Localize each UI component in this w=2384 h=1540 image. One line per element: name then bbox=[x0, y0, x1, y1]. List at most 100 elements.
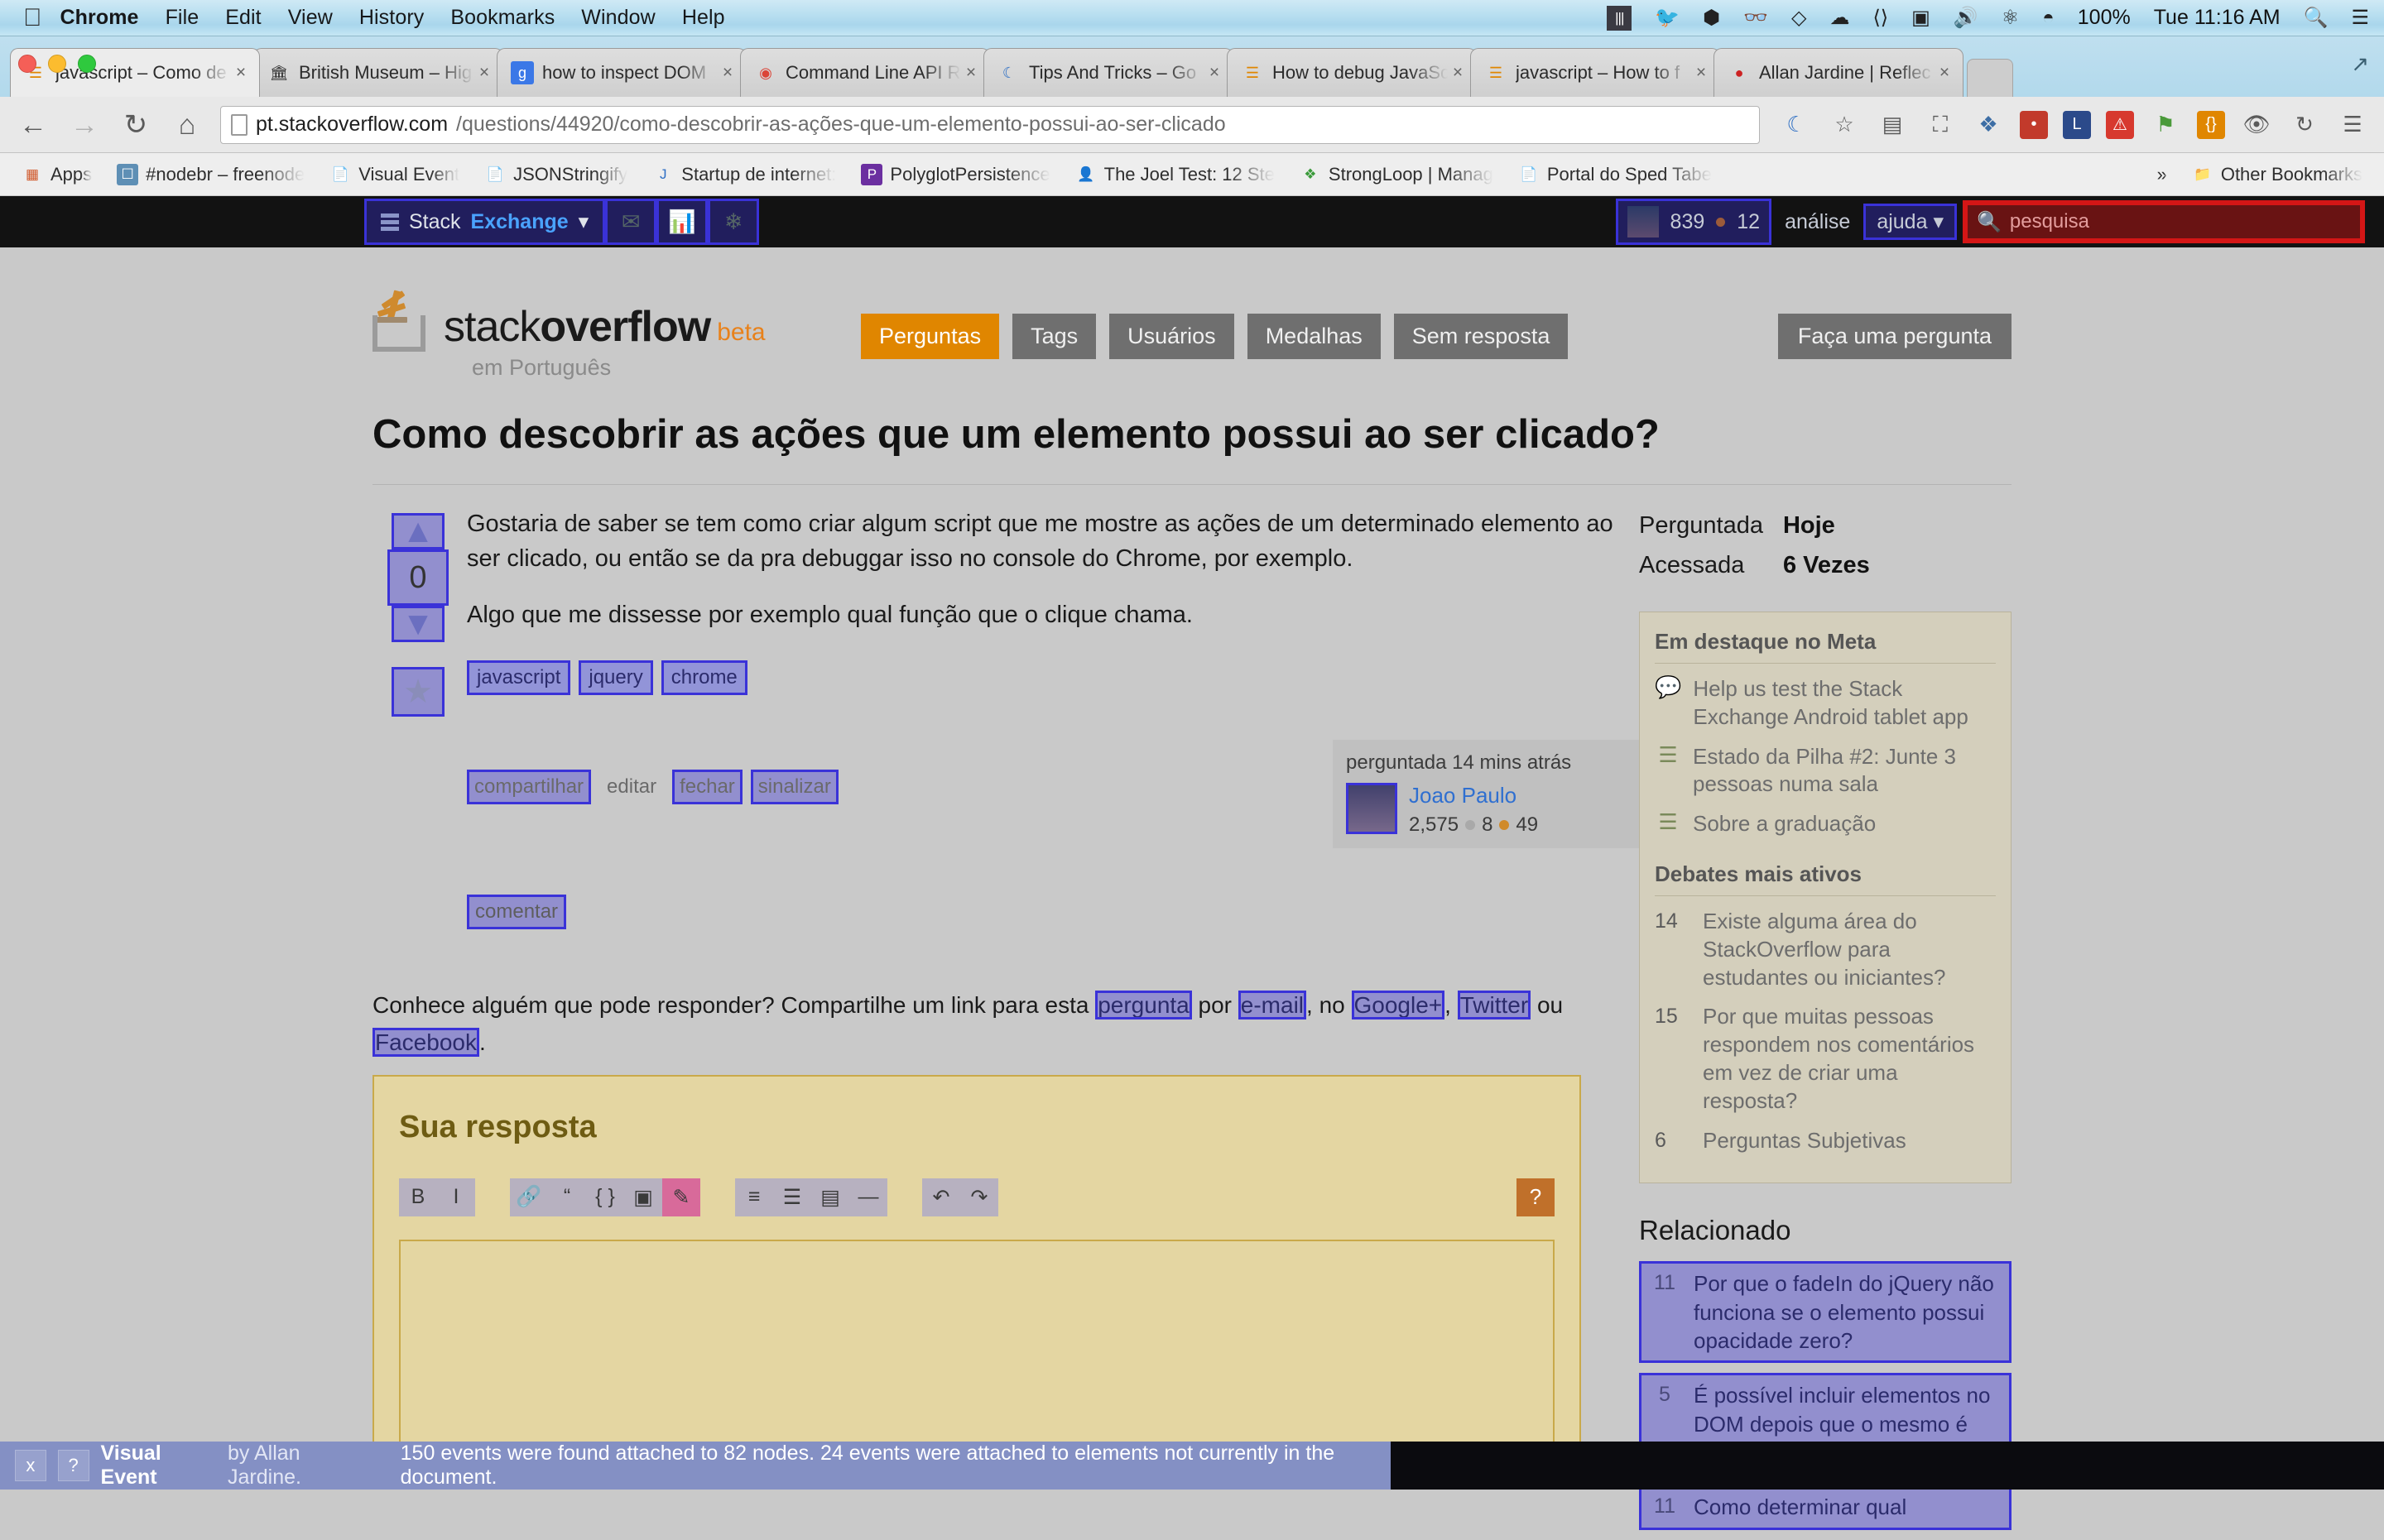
bold-icon[interactable]: B bbox=[399, 1178, 437, 1216]
shield-icon[interactable]: ⚠ bbox=[2106, 110, 2134, 139]
browser-tab-4[interactable]: ☾ Tips And Tricks – Go × bbox=[983, 48, 1233, 97]
spotlight-search-icon[interactable]: 🔍 bbox=[2304, 7, 2329, 28]
help-icon[interactable]: ? bbox=[57, 1450, 89, 1481]
notification-center-icon[interactable]: ☰ bbox=[2351, 7, 2369, 28]
bookmark-jsonstringify[interactable]: 📄 JSONStringify bbox=[476, 161, 636, 189]
heading-icon[interactable]: ▤ bbox=[811, 1178, 849, 1216]
se-link-analise[interactable]: análise bbox=[1771, 204, 1863, 240]
home-button[interactable]: ⌂ bbox=[169, 111, 205, 139]
inbox-icon[interactable]: ✉ bbox=[605, 199, 657, 245]
chrome-menu-icon[interactable]: ☰ bbox=[2336, 112, 2369, 137]
volume-icon[interactable]: 🔊 bbox=[1954, 7, 1978, 28]
nav-tags[interactable]: Tags bbox=[1012, 314, 1097, 359]
forward-button[interactable]: → bbox=[66, 111, 103, 139]
nav-usuarios[interactable]: Usuários bbox=[1109, 314, 1234, 359]
equalizer-icon[interactable]: ||| bbox=[1607, 5, 1632, 31]
wifi-icon[interactable]: ◓ bbox=[2042, 7, 2055, 28]
bulleted-list-icon[interactable]: ☰ bbox=[773, 1178, 811, 1216]
ask-question-button[interactable]: Faça uma pergunta bbox=[1777, 314, 2011, 359]
tab-close-icon[interactable]: × bbox=[1204, 63, 1224, 83]
menu-item-edit[interactable]: Edit bbox=[225, 6, 261, 30]
meta-item[interactable]: ☰ Sobre a graduação bbox=[1655, 809, 1996, 838]
share-link-twitter[interactable]: Twitter bbox=[1457, 991, 1531, 1020]
menu-item-window[interactable]: Window bbox=[581, 6, 656, 30]
other-bookmarks-folder[interactable]: 📁 Other Bookmarks bbox=[2184, 161, 2371, 189]
bookmark-startup[interactable]: J Startup de internet: bbox=[644, 161, 844, 189]
twitter-icon[interactable]: 🐦 bbox=[1655, 7, 1680, 28]
nav-perguntas[interactable]: Perguntas bbox=[861, 314, 1000, 359]
lastpass-icon[interactable]: • bbox=[2020, 110, 2048, 139]
bookmark-nodebr[interactable]: ☐ #nodebr – freenode bbox=[108, 161, 313, 189]
browser-tab-7[interactable]: ● Allan Jardine | Reflec × bbox=[1714, 48, 1963, 97]
refresh-icon[interactable]: ↻ bbox=[2288, 112, 2321, 137]
glasses-icon[interactable]: 👓 bbox=[1743, 7, 1768, 28]
tab-close-icon[interactable]: × bbox=[1691, 63, 1711, 83]
cloud-icon[interactable]: ☁ bbox=[1829, 7, 1849, 28]
meta-item[interactable]: ☰ Estado da Pilha #2: Junte 3 pessoas nu… bbox=[1655, 742, 1996, 799]
fullscreen-icon[interactable]: ↗ bbox=[2351, 51, 2369, 77]
menu-item-view[interactable]: View bbox=[288, 6, 333, 30]
bookmarks-overflow-button[interactable]: » bbox=[2149, 161, 2175, 189]
favorite-star-icon[interactable]: ★ bbox=[392, 667, 445, 717]
tab-close-icon[interactable]: × bbox=[718, 63, 738, 83]
puzzle-icon[interactable]: ⚑ bbox=[2149, 112, 2182, 137]
minimize-window-button[interactable] bbox=[48, 55, 66, 73]
undo-icon[interactable]: ↶ bbox=[922, 1178, 960, 1216]
se-help-menu[interactable]: ajuda ▾ bbox=[1863, 204, 1957, 240]
add-comment-button[interactable]: comentar bbox=[467, 895, 567, 930]
menu-item-help[interactable]: Help bbox=[682, 6, 725, 30]
vote-up-arrow-icon[interactable]: ▲ bbox=[392, 513, 445, 549]
tag-chrome[interactable]: chrome bbox=[661, 660, 747, 696]
bluetooth-icon[interactable]: ⚛ bbox=[2002, 7, 2020, 28]
translate-icon[interactable]: ▤ bbox=[1876, 112, 1909, 137]
maximize-window-button[interactable] bbox=[78, 55, 96, 73]
related-item[interactable]: 11 Como determinar qual bbox=[1639, 1485, 2011, 1530]
winter-bash-icon[interactable]: ❄ bbox=[708, 199, 760, 245]
editor-help-button[interactable]: ? bbox=[1516, 1178, 1555, 1216]
nav-sem-resposta[interactable]: Sem resposta bbox=[1393, 314, 1569, 359]
airplay-icon[interactable]: ▣ bbox=[1911, 7, 1930, 28]
action-sinalizar[interactable]: sinalizar bbox=[750, 769, 839, 804]
action-fechar[interactable]: fechar bbox=[672, 769, 743, 804]
tab-close-icon[interactable]: × bbox=[1935, 63, 1954, 83]
share-link-google[interactable]: Google+ bbox=[1351, 991, 1445, 1020]
json-icon[interactable]: {} bbox=[2197, 110, 2225, 139]
bookmark-portal-sped[interactable]: 📄 Portal do Sped Tabe bbox=[1510, 161, 1720, 189]
browser-tab-1[interactable]: 🏛 British Museum – Hig × bbox=[253, 48, 503, 97]
bookmark-visual-event[interactable]: 📄 Visual Event bbox=[321, 161, 468, 189]
tag-javascript[interactable]: javascript bbox=[467, 660, 571, 696]
address-bar[interactable]: pt.stackoverflow.com/questions/44920/com… bbox=[220, 105, 1760, 144]
search-input[interactable]: 🔍 pesquisa bbox=[1963, 200, 2365, 243]
share-link-pergunta[interactable]: pergunta bbox=[1095, 991, 1192, 1020]
hr-icon[interactable]: — bbox=[849, 1178, 887, 1216]
image-icon[interactable]: ⛶ bbox=[1924, 112, 1957, 138]
numbered-list-icon[interactable]: ≡ bbox=[735, 1178, 773, 1216]
menu-item-history[interactable]: History bbox=[359, 6, 424, 30]
hot-item[interactable]: 6 Perguntas Subjetivas bbox=[1655, 1127, 1996, 1155]
tab-close-icon[interactable]: × bbox=[474, 63, 494, 83]
window-controls[interactable] bbox=[18, 55, 96, 73]
stack-icon[interactable]: ⬢ bbox=[1703, 7, 1720, 28]
hot-item[interactable]: 15 Por que muitas pessoas respondem nos … bbox=[1655, 1003, 1996, 1115]
bookmark-joel-test[interactable]: 👤 The Joel Test: 12 Ste bbox=[1067, 161, 1283, 189]
moon-icon[interactable]: ☾ bbox=[1780, 112, 1813, 137]
vote-down-arrow-icon[interactable]: ▼ bbox=[392, 606, 445, 642]
action-compartilhar[interactable]: compartilhar bbox=[467, 769, 592, 804]
hot-item[interactable]: 14 Existe alguma área do StackOverflow p… bbox=[1655, 908, 1996, 991]
author-name[interactable]: Joao Paulo bbox=[1409, 783, 1516, 808]
menu-item-file[interactable]: File bbox=[166, 6, 199, 30]
code-icon[interactable]: { } bbox=[586, 1178, 624, 1216]
menu-item-bookmarks[interactable]: Bookmarks bbox=[450, 6, 555, 30]
bookmark-polyglot[interactable]: P PolyglotPersistence bbox=[853, 161, 1058, 189]
dropbox-icon[interactable]: ◇ bbox=[1791, 7, 1806, 28]
meta-item[interactable]: 💬 Help us test the Stack Exchange Androi… bbox=[1655, 674, 1996, 732]
reload-button[interactable]: ↻ bbox=[118, 111, 154, 139]
avatar[interactable] bbox=[1346, 783, 1397, 835]
achievements-icon[interactable]: 📊 bbox=[656, 199, 709, 245]
redo-icon[interactable]: ↷ bbox=[960, 1178, 998, 1216]
related-item[interactable]: 11 Por que o fadeIn do jQuery não funcio… bbox=[1639, 1261, 2011, 1364]
menu-item-chrome[interactable]: Chrome bbox=[60, 6, 139, 30]
bookmark-strongloop[interactable]: ❖ StrongLoop | Manag bbox=[1291, 161, 1502, 189]
tag-jquery[interactable]: jquery bbox=[579, 660, 653, 696]
tab-close-icon[interactable]: × bbox=[231, 63, 251, 83]
